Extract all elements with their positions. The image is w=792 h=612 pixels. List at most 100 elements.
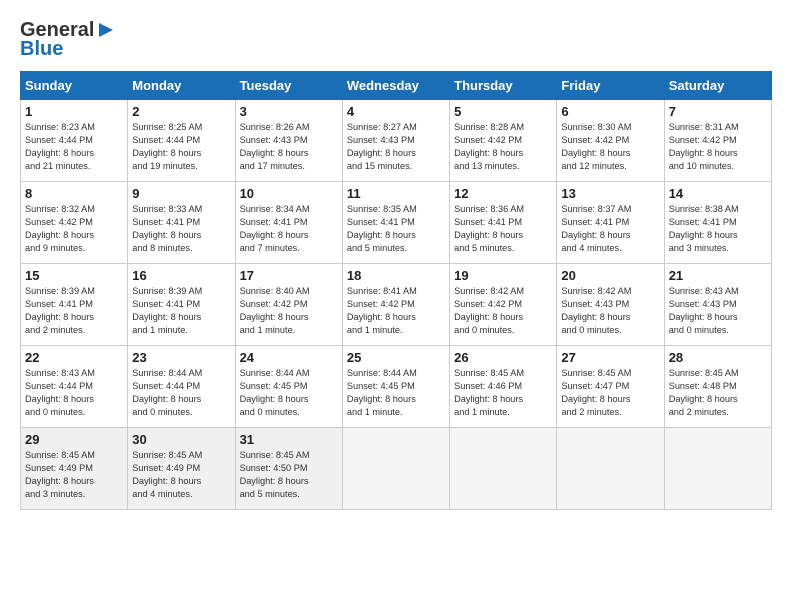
calendar-cell: [450, 428, 557, 510]
header: General Blue: [20, 20, 772, 61]
day-number: 31: [240, 432, 338, 447]
week-row-5: 29 Sunrise: 8:45 AMSunset: 4:49 PMDayligh…: [21, 428, 772, 510]
calendar-cell: 28Sunrise: 8:45 AMSunset: 4:48 PMDayligh…: [664, 346, 771, 428]
calendar-cell: 20Sunrise: 8:42 AMSunset: 4:43 PMDayligh…: [557, 264, 664, 346]
calendar-cell: 27 Sunrise: 8:45 AMSunset: 4:47 PMDayligh…: [557, 346, 664, 428]
calendar-cell: 22 Sunrise: 8:43 AMSunset: 4:44 PMDayligh…: [21, 346, 128, 428]
cell-info: Sunrise: 8:45 AMSunset: 4:50 PMDaylight:…: [240, 449, 338, 501]
day-number: 24: [240, 350, 338, 365]
cell-info: Sunrise: 8:44 AMSunset: 4:44 PMDaylight:…: [132, 367, 230, 419]
cell-info: Sunrise: 8:31 AMSunset: 4:42 PMDaylight:…: [669, 121, 767, 173]
calendar-cell: [664, 428, 771, 510]
cell-info: Sunrise: 8:43 AMSunset: 4:44 PMDaylight:…: [25, 367, 123, 419]
calendar-cell: 2 Sunrise: 8:25 AMSunset: 4:44 PMDaylight…: [128, 100, 235, 182]
day-number: 6: [561, 104, 659, 119]
column-header-friday: Friday: [557, 72, 664, 100]
column-header-wednesday: Wednesday: [342, 72, 449, 100]
cell-info: Sunrise: 8:39 AMSunset: 4:41 PMDaylight:…: [132, 285, 230, 337]
calendar-cell: 3 Sunrise: 8:26 AMSunset: 4:43 PMDaylight…: [235, 100, 342, 182]
logo: General Blue: [20, 20, 115, 61]
calendar-cell: 25 Sunrise: 8:44 AMSunset: 4:45 PMDayligh…: [342, 346, 449, 428]
calendar-cell: 13Sunrise: 8:37 AMSunset: 4:41 PMDayligh…: [557, 182, 664, 264]
calendar-cell: 5 Sunrise: 8:28 AMSunset: 4:42 PMDaylight…: [450, 100, 557, 182]
cell-info: Sunrise: 8:34 AMSunset: 4:41 PMDaylight:…: [240, 203, 338, 255]
calendar-cell: 10 Sunrise: 8:34 AMSunset: 4:41 PMDayligh…: [235, 182, 342, 264]
day-number: 8: [25, 186, 123, 201]
calendar-cell: 24 Sunrise: 8:44 AMSunset: 4:45 PMDayligh…: [235, 346, 342, 428]
logo-arrow-icon: [97, 21, 115, 39]
cell-info: Sunrise: 8:35 AMSunset: 4:41 PMDaylight:…: [347, 203, 445, 255]
page: General Blue SundayMondayTuesdayWednesda…: [0, 0, 792, 612]
cell-info: Sunrise: 8:45 AMSunset: 4:49 PMDaylight:…: [25, 449, 123, 501]
cell-info: Sunrise: 8:39 AMSunset: 4:41 PMDaylight:…: [25, 285, 123, 337]
cell-info: Sunrise: 8:27 AMSunset: 4:43 PMDaylight:…: [347, 121, 445, 173]
cell-info: Sunrise: 8:45 AMSunset: 4:48 PMDaylight:…: [669, 367, 767, 419]
day-number: 7: [669, 104, 767, 119]
day-number: 29: [25, 432, 123, 447]
calendar-cell: 31 Sunrise: 8:45 AMSunset: 4:50 PMDayligh…: [235, 428, 342, 510]
cell-info: Sunrise: 8:23 AMSunset: 4:44 PMDaylight:…: [25, 121, 123, 173]
calendar-cell: 18Sunrise: 8:41 AMSunset: 4:42 PMDayligh…: [342, 264, 449, 346]
logo-blue: Blue: [20, 38, 63, 61]
cell-info: Sunrise: 8:33 AMSunset: 4:41 PMDaylight:…: [132, 203, 230, 255]
calendar-cell: 14 Sunrise: 8:38 AMSunset: 4:41 PMDayligh…: [664, 182, 771, 264]
day-number: 23: [132, 350, 230, 365]
cell-info: Sunrise: 8:40 AMSunset: 4:42 PMDaylight:…: [240, 285, 338, 337]
calendar-header-row: SundayMondayTuesdayWednesdayThursdayFrid…: [21, 72, 772, 100]
column-header-monday: Monday: [128, 72, 235, 100]
calendar: SundayMondayTuesdayWednesdayThursdayFrid…: [20, 71, 772, 510]
calendar-cell: 16 Sunrise: 8:39 AMSunset: 4:41 PMDayligh…: [128, 264, 235, 346]
day-number: 17: [240, 268, 338, 283]
calendar-cell: 1 Sunrise: 8:23 AMSunset: 4:44 PMDaylight…: [21, 100, 128, 182]
day-number: 21: [669, 268, 767, 283]
day-number: 3: [240, 104, 338, 119]
day-number: 16: [132, 268, 230, 283]
calendar-cell: [557, 428, 664, 510]
day-number: 5: [454, 104, 552, 119]
calendar-cell: 21 Sunrise: 8:43 AMSunset: 4:43 PMDayligh…: [664, 264, 771, 346]
cell-info: Sunrise: 8:25 AMSunset: 4:44 PMDaylight:…: [132, 121, 230, 173]
calendar-cell: 30 Sunrise: 8:45 AMSunset: 4:49 PMDayligh…: [128, 428, 235, 510]
column-header-tuesday: Tuesday: [235, 72, 342, 100]
cell-info: Sunrise: 8:45 AMSunset: 4:46 PMDaylight:…: [454, 367, 552, 419]
day-number: 15: [25, 268, 123, 283]
day-number: 30: [132, 432, 230, 447]
cell-info: Sunrise: 8:36 AMSunset: 4:41 PMDaylight:…: [454, 203, 552, 255]
day-number: 10: [240, 186, 338, 201]
day-number: 27: [561, 350, 659, 365]
cell-info: Sunrise: 8:45 AMSunset: 4:47 PMDaylight:…: [561, 367, 659, 419]
calendar-cell: 26Sunrise: 8:45 AMSunset: 4:46 PMDayligh…: [450, 346, 557, 428]
calendar-cell: 15 Sunrise: 8:39 AMSunset: 4:41 PMDayligh…: [21, 264, 128, 346]
calendar-cell: 9Sunrise: 8:33 AMSunset: 4:41 PMDaylight…: [128, 182, 235, 264]
week-row-4: 22 Sunrise: 8:43 AMSunset: 4:44 PMDayligh…: [21, 346, 772, 428]
cell-info: Sunrise: 8:43 AMSunset: 4:43 PMDaylight:…: [669, 285, 767, 337]
column-header-saturday: Saturday: [664, 72, 771, 100]
week-row-1: 1 Sunrise: 8:23 AMSunset: 4:44 PMDaylight…: [21, 100, 772, 182]
calendar-cell: 11Sunrise: 8:35 AMSunset: 4:41 PMDayligh…: [342, 182, 449, 264]
cell-info: Sunrise: 8:32 AMSunset: 4:42 PMDaylight:…: [25, 203, 123, 255]
day-number: 1: [25, 104, 123, 119]
calendar-cell: 23 Sunrise: 8:44 AMSunset: 4:44 PMDayligh…: [128, 346, 235, 428]
cell-info: Sunrise: 8:28 AMSunset: 4:42 PMDaylight:…: [454, 121, 552, 173]
cell-info: Sunrise: 8:38 AMSunset: 4:41 PMDaylight:…: [669, 203, 767, 255]
calendar-cell: 12Sunrise: 8:36 AMSunset: 4:41 PMDayligh…: [450, 182, 557, 264]
cell-info: Sunrise: 8:41 AMSunset: 4:42 PMDaylight:…: [347, 285, 445, 337]
cell-info: Sunrise: 8:42 AMSunset: 4:42 PMDaylight:…: [454, 285, 552, 337]
calendar-cell: 17 Sunrise: 8:40 AMSunset: 4:42 PMDayligh…: [235, 264, 342, 346]
calendar-cell: 4 Sunrise: 8:27 AMSunset: 4:43 PMDaylight…: [342, 100, 449, 182]
week-row-3: 15 Sunrise: 8:39 AMSunset: 4:41 PMDayligh…: [21, 264, 772, 346]
day-number: 20: [561, 268, 659, 283]
day-number: 25: [347, 350, 445, 365]
cell-info: Sunrise: 8:44 AMSunset: 4:45 PMDaylight:…: [347, 367, 445, 419]
day-number: 22: [25, 350, 123, 365]
day-number: 13: [561, 186, 659, 201]
calendar-cell: 8 Sunrise: 8:32 AMSunset: 4:42 PMDaylight…: [21, 182, 128, 264]
cell-info: Sunrise: 8:26 AMSunset: 4:43 PMDaylight:…: [240, 121, 338, 173]
day-number: 4: [347, 104, 445, 119]
calendar-cell: [342, 428, 449, 510]
day-number: 2: [132, 104, 230, 119]
cell-info: Sunrise: 8:45 AMSunset: 4:49 PMDaylight:…: [132, 449, 230, 501]
day-number: 14: [669, 186, 767, 201]
cell-info: Sunrise: 8:44 AMSunset: 4:45 PMDaylight:…: [240, 367, 338, 419]
day-number: 19: [454, 268, 552, 283]
